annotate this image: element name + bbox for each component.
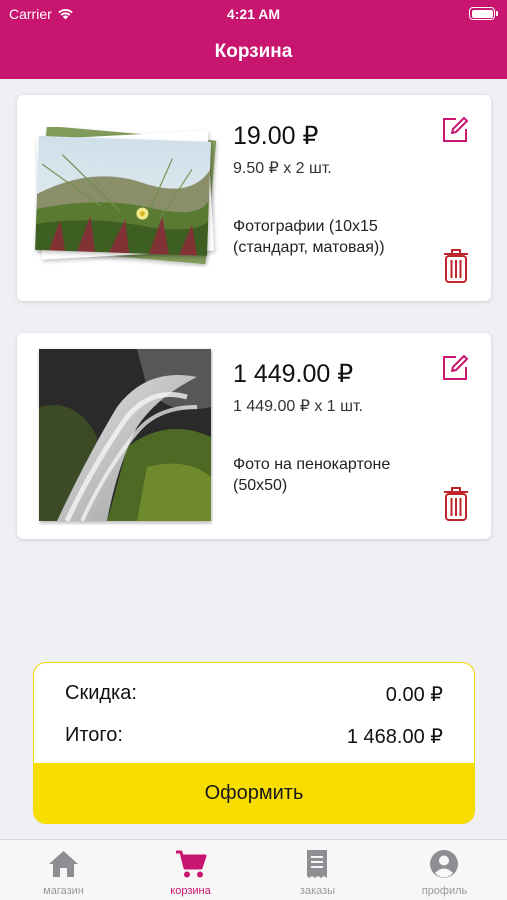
total-row: Итого: 1 468.00 ₽ [65,724,443,749]
item-price: 19.00 ₽ [233,122,319,150]
item-unit-calculation: 9.50 ₽ x 2 шт. [233,160,332,177]
item-price: 1 449.00 ₽ [233,360,354,388]
status-bar: Carrier 4:21 AM [0,0,507,28]
profile-icon [430,850,458,878]
trash-icon[interactable] [442,486,470,522]
battery-icon [469,7,498,20]
total-value: 1 468.00 ₽ [346,726,443,748]
edit-icon[interactable] [440,115,470,145]
tab-profile-label: профиль [421,885,468,897]
discount-value: 0.00 ₽ [385,684,443,706]
discount-row: Скидка: 0.00 ₽ [65,682,443,707]
item-description: Фотографии (10x15 (стандарт, матовая)) [233,218,385,256]
photo-prints-thumbnail [35,127,217,265]
page-title: Корзина [214,41,293,62]
tab-profile[interactable]: профиль [381,840,507,900]
item-description: Фото на пенокартоне (50x50) [233,456,391,494]
trash-icon[interactable] [442,248,470,284]
tab-cart[interactable]: корзина [127,840,254,900]
cart-item: 19.00 ₽ 9.50 ₽ x 2 шт. Фотографии (10x15… [17,95,491,301]
tab-shop-label: магазин [43,885,84,897]
edit-icon[interactable] [440,353,470,383]
header: Carrier 4:21 AM Корзина [0,0,507,79]
item-unit-calculation: 1 449.00 ₽ x 1 шт. [233,398,363,415]
order-summary: Скидка: 0.00 ₽ Итого: 1 468.00 ₽ Оформит… [33,662,475,824]
tab-cart-label: корзина [170,885,211,897]
home-icon [49,851,78,877]
cart-item: 1 449.00 ₽ 1 449.00 ₽ x 1 шт. Фото на пе… [17,333,491,539]
discount-label: Скидка: [65,682,137,704]
tab-shop[interactable]: магазин [0,840,127,900]
total-label: Итого: [65,724,123,746]
status-time: 4:21 AM [226,6,281,22]
cart-icon [176,850,207,878]
foam-board-photo-thumbnail [39,349,211,523]
tab-orders[interactable]: заказы [254,840,381,900]
tab-orders-label: заказы [299,885,336,897]
tab-bar: магазин корзина заказы профиль [0,839,507,900]
checkout-button[interactable]: Оформить [34,763,474,823]
receipt-icon [307,850,327,878]
